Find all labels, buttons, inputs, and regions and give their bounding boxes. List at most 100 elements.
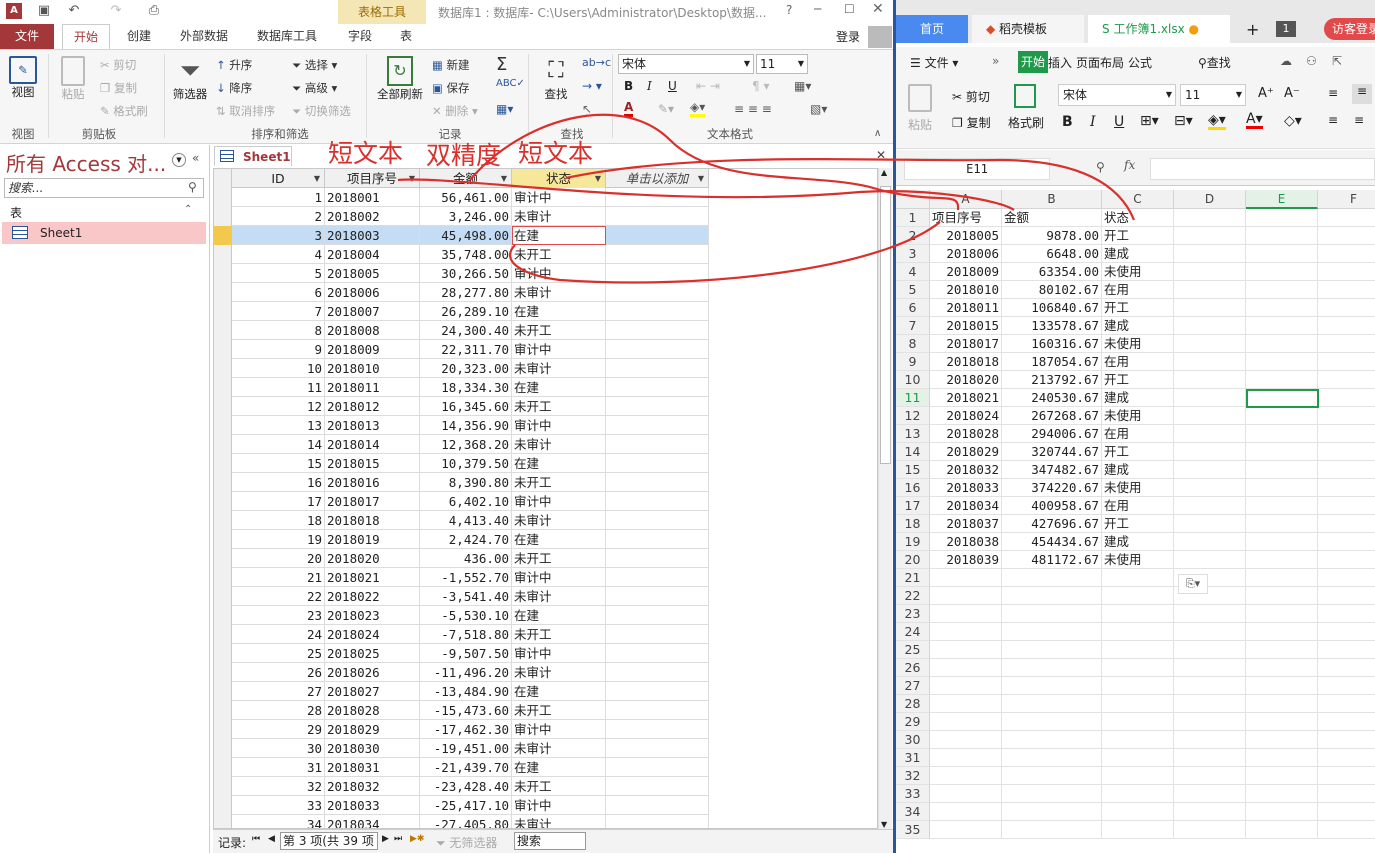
record-selector[interactable]: [214, 530, 232, 549]
sheet-cell[interactable]: [1102, 731, 1174, 749]
table-cell[interactable]: 未开工: [512, 245, 606, 264]
table-cell[interactable]: -27,405.80: [420, 815, 512, 828]
record-selector[interactable]: [214, 340, 232, 359]
table-cell[interactable]: 26: [232, 663, 325, 682]
active-cell-e11[interactable]: [1246, 389, 1319, 408]
sheet-cell[interactable]: 项目序号: [930, 209, 1002, 227]
sheet-cell[interactable]: [1246, 569, 1318, 587]
column-header-f[interactable]: F: [1318, 190, 1375, 209]
sheet-cell[interactable]: 建成: [1102, 461, 1174, 479]
table-row[interactable]: 14 2018014 12,368.20 未审计: [214, 435, 709, 454]
sheet-cell[interactable]: [1246, 533, 1318, 551]
table-cell[interactable]: 2018018: [325, 511, 420, 530]
table-cell[interactable]: 5: [232, 264, 325, 283]
sheet-cell[interactable]: [1318, 263, 1375, 281]
sheet-cell[interactable]: [1246, 641, 1318, 659]
sheet-cell[interactable]: 2018037: [930, 515, 1002, 533]
minimize-icon[interactable]: ─: [814, 2, 821, 16]
avatar[interactable]: [868, 26, 892, 48]
table-cell[interactable]: 28: [232, 701, 325, 720]
sheet-cell[interactable]: [1002, 713, 1102, 731]
sheet-cell[interactable]: [930, 731, 1002, 749]
table-cell[interactable]: 20: [232, 549, 325, 568]
login-link[interactable]: 登录: [836, 28, 860, 45]
column-header-id[interactable]: ID ▼: [232, 169, 325, 188]
table-cell[interactable]: 审计中: [512, 416, 606, 435]
cut-button[interactable]: ✂ 剪切: [100, 57, 136, 73]
table-cell[interactable]: 24: [232, 625, 325, 644]
table-cell[interactable]: 27: [232, 682, 325, 701]
table-cell-empty[interactable]: [606, 245, 709, 264]
table-cell[interactable]: 未审计: [512, 511, 606, 530]
record-selector[interactable]: [214, 777, 232, 796]
table-cell[interactable]: 审计中: [512, 340, 606, 359]
sheet-cell[interactable]: [1318, 713, 1375, 731]
sheet-cell[interactable]: [1102, 713, 1174, 731]
collapse-nav-icon[interactable]: «: [192, 151, 199, 165]
sheet-cell[interactable]: 在用: [1102, 281, 1174, 299]
table-cell-empty[interactable]: [606, 302, 709, 321]
sheet-cell[interactable]: 2018032: [930, 461, 1002, 479]
column-header-a[interactable]: A: [930, 190, 1002, 209]
sheet-cell[interactable]: [1246, 605, 1318, 623]
wps-tab-insert[interactable]: 插入: [1048, 54, 1072, 71]
tab-table[interactable]: 表: [392, 24, 420, 49]
sheet-cell[interactable]: [1002, 569, 1102, 587]
sheet-cell[interactable]: 106840.67: [1002, 299, 1102, 317]
sheet-cell[interactable]: [1002, 677, 1102, 695]
sheet-cell[interactable]: [1246, 785, 1318, 803]
align-center-icon[interactable]: ≡: [1354, 113, 1364, 127]
sheet-cell[interactable]: [1318, 497, 1375, 515]
sheet-cell[interactable]: [1318, 407, 1375, 425]
table-cell[interactable]: 11: [232, 378, 325, 397]
table-row[interactable]: 31 2018031 -21,439.70 在建: [214, 758, 709, 777]
row-header[interactable]: 2: [896, 227, 930, 245]
table-row[interactable]: 30 2018030 -19,451.00 未审计: [214, 739, 709, 758]
table-row[interactable]: 18 2018018 4,413.40 未审计: [214, 511, 709, 530]
sheet-cell[interactable]: [1318, 659, 1375, 677]
table-cell[interactable]: 17: [232, 492, 325, 511]
table-cell-empty[interactable]: [606, 473, 709, 492]
sheet-cell[interactable]: [1318, 443, 1375, 461]
table-cell-empty[interactable]: [606, 663, 709, 682]
sheet-cell[interactable]: [930, 821, 1002, 839]
sheet-cell[interactable]: [1102, 785, 1174, 803]
sheet-cell[interactable]: [1174, 533, 1246, 551]
sheet-cell[interactable]: 2018005: [930, 227, 1002, 245]
sheet-cell[interactable]: [1246, 677, 1318, 695]
formula-input[interactable]: [1150, 158, 1375, 180]
sheet-cell[interactable]: [1002, 821, 1102, 839]
new-tab-button[interactable]: +: [1246, 20, 1259, 39]
sheet-cell[interactable]: [1246, 461, 1318, 479]
fx-icon[interactable]: fx: [1124, 158, 1135, 172]
first-record-icon[interactable]: ⏮: [252, 834, 260, 844]
table-cell-empty[interactable]: [606, 454, 709, 473]
sheet-cell[interactable]: [1318, 425, 1375, 443]
table-cell[interactable]: 2018012: [325, 397, 420, 416]
table-row[interactable]: 24 2018024 -7,518.80 未开工: [214, 625, 709, 644]
wps-bold-button[interactable]: B: [1062, 114, 1073, 130]
wps-copy-button[interactable]: ❐ 复制: [952, 114, 991, 131]
table-cell-empty[interactable]: [606, 207, 709, 226]
align-icons[interactable]: ≡ ≡ ≡: [734, 102, 772, 116]
table-row[interactable]: 11 2018011 18,334.30 在建: [214, 378, 709, 397]
sheet-cell[interactable]: 2018009: [930, 263, 1002, 281]
table-cell[interactable]: 在建: [512, 454, 606, 473]
table-row[interactable]: 3 2018003 45,498.00 在建: [214, 226, 709, 245]
sheet-cell[interactable]: [1318, 569, 1375, 587]
table-cell[interactable]: 34: [232, 815, 325, 828]
sheet-cell[interactable]: 在用: [1102, 497, 1174, 515]
table-cell[interactable]: 13: [232, 416, 325, 435]
table-cell-empty[interactable]: [606, 758, 709, 777]
table-cell[interactable]: 29: [232, 720, 325, 739]
table-cell[interactable]: 在建: [512, 530, 606, 549]
table-cell[interactable]: 2018032: [325, 777, 420, 796]
row-header[interactable]: 7: [896, 317, 930, 335]
underline-button[interactable]: U: [668, 79, 677, 93]
table-cell[interactable]: 未开工: [512, 549, 606, 568]
table-cell[interactable]: 2018005: [325, 264, 420, 283]
sheet-cell[interactable]: [930, 605, 1002, 623]
table-cell[interactable]: 2018025: [325, 644, 420, 663]
table-cell[interactable]: 未开工: [512, 701, 606, 720]
sheet-cell[interactable]: [1102, 623, 1174, 641]
